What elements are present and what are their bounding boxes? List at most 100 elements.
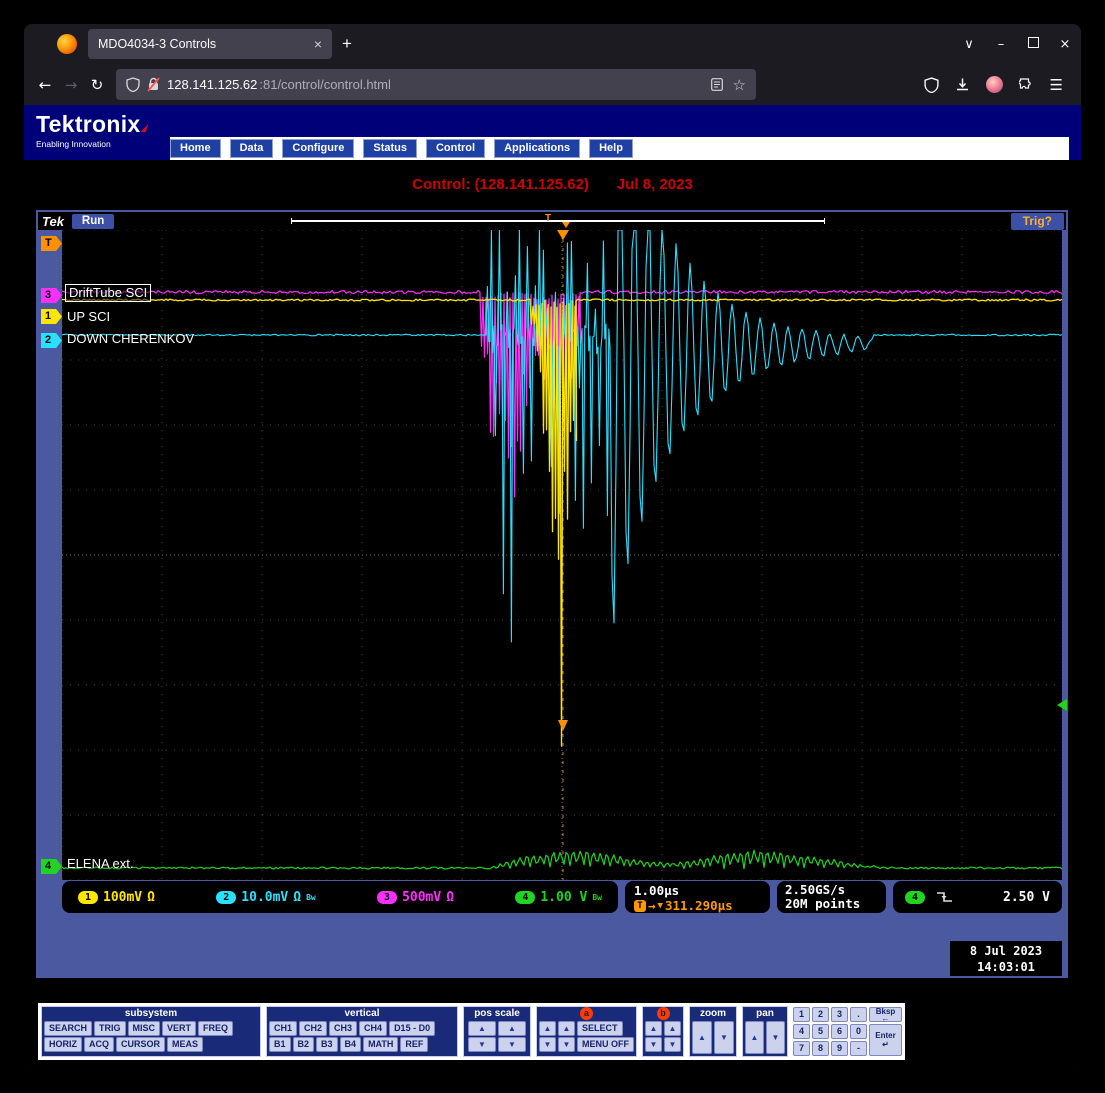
knob-b-down-fine-button[interactable]: ▼ — [664, 1037, 681, 1052]
tektronix-logo: Tektronix Enabling Innovation — [36, 111, 147, 149]
insecure-lock-icon[interactable] — [147, 77, 160, 92]
key-2[interactable]: 2 — [812, 1007, 829, 1022]
window-maximize-button[interactable] — [1017, 37, 1049, 52]
acquisition-status: Run — [72, 214, 114, 229]
nav-help[interactable]: Help — [589, 139, 633, 158]
btn-cursor[interactable]: CURSOR — [116, 1037, 165, 1052]
horizontal-readout: 1.00μs T → ▼ 311.290μs — [625, 881, 770, 913]
nav-home[interactable]: Home — [170, 139, 221, 158]
pan-right-button[interactable]: ▼ — [766, 1021, 785, 1054]
btn-horiz[interactable]: HORIZ — [44, 1037, 82, 1052]
tracking-protection-shield-icon[interactable] — [126, 77, 140, 92]
key-6[interactable]: 6 — [831, 1024, 848, 1039]
ch3-scale: 500mV — [402, 890, 441, 905]
btn-meas[interactable]: MEAS — [167, 1037, 203, 1052]
knob-b[interactable]: b — [657, 1007, 670, 1020]
btn-vert[interactable]: VERT — [162, 1021, 196, 1036]
btn-b4[interactable]: B4 — [340, 1037, 362, 1052]
window-minimize-button[interactable]: – — [985, 37, 1017, 52]
backspace-key[interactable]: Bksp← — [869, 1007, 902, 1022]
maximize-icon — [1028, 37, 1039, 48]
key-1[interactable]: 1 — [793, 1007, 810, 1022]
bookmark-star-icon[interactable]: ☆ — [733, 76, 746, 94]
btn-math[interactable]: MATH — [363, 1037, 398, 1052]
zoom-out-button[interactable]: ▼ — [714, 1021, 734, 1054]
account-avatar-icon[interactable] — [986, 76, 1003, 93]
knob-a-up-fine-button[interactable]: ▲ — [558, 1021, 575, 1036]
btn-ch3[interactable]: CH3 — [329, 1021, 357, 1036]
tab-list-chevron-icon[interactable]: ∨ — [953, 37, 985, 52]
btn-ch1[interactable]: CH1 — [269, 1021, 297, 1036]
channel-4-tag: 4 — [41, 859, 62, 874]
scale-up-button[interactable]: ▲ — [498, 1021, 526, 1036]
key-5[interactable]: 5 — [812, 1024, 829, 1039]
select-button[interactable]: SELECT — [577, 1021, 623, 1036]
btn-b2[interactable]: B2 — [293, 1037, 315, 1052]
zoom-in-button[interactable]: ▲ — [692, 1021, 712, 1054]
nav-applications[interactable]: Applications — [494, 139, 580, 158]
btn-ch2[interactable]: CH2 — [299, 1021, 327, 1036]
knob-b-up-fine-button[interactable]: ▲ — [664, 1021, 681, 1036]
btn-freq[interactable]: FREQ — [198, 1021, 233, 1036]
knob-a-down-fine-button[interactable]: ▼ — [558, 1037, 575, 1052]
scope-time: 14:03:01 — [950, 959, 1062, 975]
downloads-icon[interactable] — [955, 77, 970, 92]
scope-screenshot[interactable]: Tek Run T Trig? T 3 1 2 4 DriftTube SCI … — [36, 210, 1068, 978]
key-minus[interactable]: - — [850, 1041, 867, 1056]
knob-a-down-coarse-button[interactable]: ▼ — [539, 1037, 556, 1052]
shield-icon[interactable] — [924, 77, 939, 93]
btn-b3[interactable]: B3 — [316, 1037, 338, 1052]
new-tab-button[interactable]: + — [332, 34, 362, 54]
vertical-title: vertical — [269, 1007, 455, 1020]
knob-a-up-coarse-button[interactable]: ▲ — [539, 1021, 556, 1036]
btn-b1[interactable]: B1 — [269, 1037, 291, 1052]
enter-key[interactable]: Enter↵ — [869, 1024, 902, 1056]
nav-configure[interactable]: Configure — [282, 139, 354, 158]
ch4-bandwidth-symbol: Bw — [592, 893, 602, 902]
nav-data[interactable]: Data — [230, 139, 274, 158]
window-close-button[interactable]: × — [1049, 37, 1081, 52]
ch1-readout: 1 100mV Ω — [78, 890, 155, 905]
btn-misc[interactable]: MISC — [128, 1021, 161, 1036]
extensions-puzzle-icon[interactable] — [1019, 77, 1034, 92]
ch4-badge: 4 — [515, 891, 535, 904]
back-button[interactable]: ← — [32, 76, 58, 94]
key-8[interactable]: 8 — [812, 1041, 829, 1056]
btn-ref[interactable]: REF — [400, 1037, 428, 1052]
browser-tab[interactable]: MDO4034-3 Controls × — [88, 29, 332, 59]
btn-search[interactable]: SEARCH — [44, 1021, 92, 1036]
tab-close-icon[interactable]: × — [314, 36, 322, 52]
knob-b-up-coarse-button[interactable]: ▲ — [645, 1021, 662, 1036]
btn-ch4[interactable]: CH4 — [359, 1021, 387, 1036]
key-9[interactable]: 9 — [831, 1041, 848, 1056]
reload-button[interactable]: ↻ — [84, 76, 110, 94]
menu-off-button[interactable]: MENU OFF — [577, 1037, 634, 1052]
key-4[interactable]: 4 — [793, 1024, 810, 1039]
btn-acq[interactable]: ACQ — [84, 1037, 114, 1052]
menu-hamburger-icon[interactable]: ☰ — [1050, 76, 1063, 94]
ch3-badge: 3 — [377, 891, 397, 904]
position-up-button[interactable]: ▲ — [468, 1021, 496, 1036]
scope-screen[interactable]: DriftTube SCI UP SCI DOWN CHERENKOV ELEN… — [62, 230, 1062, 880]
backspace-arrow-icon: ← — [882, 1015, 890, 1022]
key-dot[interactable]: . — [850, 1007, 867, 1022]
pan-left-button[interactable]: ▲ — [745, 1021, 764, 1054]
ch4-readout: 4 1.00 V Bw — [515, 890, 602, 905]
url-field[interactable]: 128.141.125.62:81/control/control.html ☆ — [116, 69, 756, 100]
position-down-button[interactable]: ▼ — [468, 1037, 496, 1052]
forward-button[interactable]: → — [58, 76, 84, 94]
knob-a[interactable]: a — [580, 1007, 593, 1020]
btn-digital[interactable]: D15 - D0 — [389, 1021, 435, 1036]
nav-status[interactable]: Status — [363, 139, 417, 158]
key-0[interactable]: 0 — [850, 1024, 867, 1039]
tab-title: MDO4034-3 Controls — [98, 37, 308, 51]
ch3-coupling-symbol: Ω — [446, 890, 454, 905]
nav-control[interactable]: Control — [426, 139, 485, 158]
scale-down-button[interactable]: ▼ — [498, 1037, 526, 1052]
reader-view-icon[interactable] — [711, 78, 723, 91]
knob-b-down-coarse-button[interactable]: ▼ — [645, 1037, 662, 1052]
key-7[interactable]: 7 — [793, 1041, 810, 1056]
firefox-view-button[interactable] — [54, 31, 80, 57]
btn-trig[interactable]: TRIG — [94, 1021, 126, 1036]
key-3[interactable]: 3 — [831, 1007, 848, 1022]
